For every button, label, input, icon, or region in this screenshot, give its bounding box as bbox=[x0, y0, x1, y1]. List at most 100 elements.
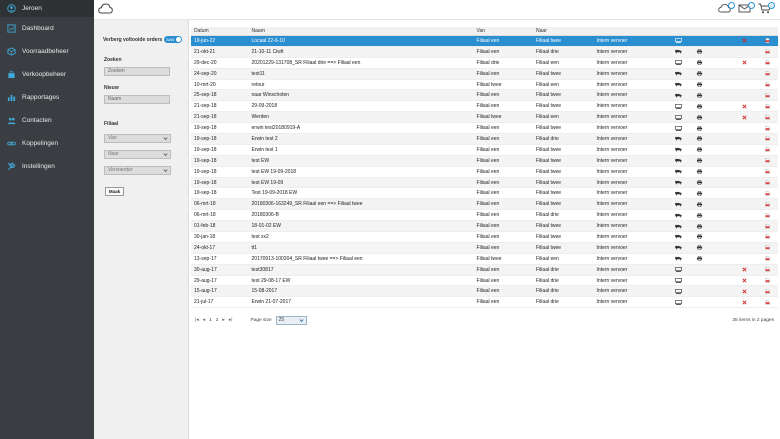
document-icon[interactable] bbox=[675, 288, 682, 294]
cart-button[interactable]: 0 bbox=[758, 2, 775, 14]
column-header-datum[interactable]: Datum bbox=[191, 27, 249, 35]
new-name-input[interactable]: Naam bbox=[104, 95, 170, 104]
sidebar-user[interactable]: Jeroen bbox=[0, 0, 94, 17]
printer-icon[interactable] bbox=[696, 234, 703, 240]
table-row[interactable]: 21-jul-17 Erwin 21-07-2017 Filiaal een Fili… bbox=[191, 297, 778, 309]
delete-icon[interactable] bbox=[741, 60, 748, 65]
pdf-icon[interactable] bbox=[764, 245, 771, 251]
document-icon[interactable] bbox=[675, 299, 682, 305]
van-select[interactable]: Van bbox=[104, 134, 171, 143]
printer-icon[interactable] bbox=[696, 103, 703, 109]
table-row[interactable]: 10-mrt-20 retour Filiaal twee Filiaal een In… bbox=[191, 80, 778, 91]
printer-icon[interactable] bbox=[696, 136, 703, 142]
printer-icon[interactable] bbox=[696, 180, 703, 185]
delete-icon[interactable] bbox=[741, 267, 748, 272]
pdf-icon[interactable] bbox=[764, 223, 771, 229]
printer-icon[interactable] bbox=[696, 158, 703, 164]
pdf-icon[interactable] bbox=[764, 147, 771, 153]
table-row[interactable]: 19-sep-18 test EW 19-09 Filiaal een Filiaal… bbox=[191, 177, 778, 189]
truck-icon[interactable] bbox=[675, 136, 682, 141]
delete-icon[interactable] bbox=[741, 38, 748, 43]
pdf-icon[interactable] bbox=[764, 201, 771, 207]
truck-icon[interactable] bbox=[675, 234, 682, 239]
pdf-icon[interactable] bbox=[764, 125, 771, 131]
sidebar-item-voorraadbeheer[interactable]: Voorraadbeheer bbox=[0, 40, 94, 63]
printer-icon[interactable] bbox=[696, 212, 703, 218]
cloud-notification-button[interactable] bbox=[718, 2, 735, 14]
printer-icon[interactable] bbox=[696, 190, 703, 196]
truck-icon[interactable] bbox=[675, 93, 682, 98]
pdf-icon[interactable] bbox=[764, 92, 771, 98]
table-row[interactable]: 21-sep-18 Werden Filiaal twee Filiaal een In… bbox=[191, 112, 778, 124]
pdf-icon[interactable] bbox=[764, 49, 771, 55]
truck-icon[interactable] bbox=[675, 245, 682, 250]
pdf-icon[interactable] bbox=[764, 289, 771, 294]
search-input[interactable]: Zoeken bbox=[104, 67, 170, 76]
printer-icon[interactable] bbox=[696, 82, 703, 87]
pdf-icon[interactable] bbox=[764, 136, 771, 142]
printer-icon[interactable] bbox=[696, 201, 703, 207]
table-row[interactable]: 24-okt-17 tt1 Filiaal een Filiaal twee Inter… bbox=[191, 242, 778, 254]
printer-icon[interactable] bbox=[696, 60, 703, 66]
pdf-icon[interactable] bbox=[764, 278, 771, 283]
vervoerder-select[interactable]: Vervoerder bbox=[104, 166, 171, 175]
table-row[interactable]: 24-sep-20 test11 Filiaal een Filiaal twee In… bbox=[191, 68, 778, 80]
column-header-naar[interactable]: Naar bbox=[533, 27, 593, 35]
truck-icon[interactable] bbox=[675, 147, 682, 152]
table-row[interactable]: 25-sep-18 naar Winschoten Filiaal een Filia… bbox=[191, 90, 778, 102]
pdf-icon[interactable] bbox=[764, 234, 771, 240]
pdf-icon[interactable] bbox=[764, 103, 771, 109]
pdf-icon[interactable] bbox=[764, 299, 771, 305]
table-row[interactable]: 01-feb-18 18-01-02 EW Filiaal een Filiaal t… bbox=[191, 221, 778, 233]
table-row[interactable]: 30-aug-17 test30817 Filiaal een Filiaal dri… bbox=[191, 264, 778, 276]
column-header-van[interactable]: Van bbox=[474, 27, 533, 35]
cloud-logo-icon[interactable] bbox=[98, 3, 113, 14]
document-icon[interactable] bbox=[675, 60, 682, 66]
pdf-icon[interactable] bbox=[764, 82, 771, 87]
pdf-icon[interactable] bbox=[764, 71, 771, 77]
truck-icon[interactable] bbox=[675, 191, 682, 196]
table-row[interactable]: 19-jun-22 Locaal 22-6-10 Filiaal een Filiaa… bbox=[191, 36, 778, 47]
table-row[interactable]: 15-aug-17 15-08-2017 Filiaal een Filiaal dr… bbox=[191, 286, 778, 298]
document-icon[interactable] bbox=[675, 103, 682, 109]
table-row[interactable]: 29-dec-20 20201229-131708_SR Filiaal drie… bbox=[191, 58, 778, 69]
last-page-button[interactable]: ▸| bbox=[229, 318, 233, 323]
sidebar-item-dashboard[interactable]: Dashboard bbox=[0, 17, 94, 40]
printer-icon[interactable] bbox=[696, 256, 703, 262]
pdf-icon[interactable] bbox=[764, 60, 771, 66]
first-page-button[interactable]: |◂ bbox=[195, 318, 199, 323]
printer-icon[interactable] bbox=[696, 169, 703, 174]
pdf-icon[interactable] bbox=[764, 256, 771, 262]
truck-icon[interactable] bbox=[675, 202, 682, 207]
document-icon[interactable] bbox=[675, 114, 682, 120]
sidebar-item-contacten[interactable]: Contacten bbox=[0, 109, 94, 132]
delete-icon[interactable] bbox=[741, 278, 748, 283]
table-row[interactable]: 21-okt-21 21-10-11 Ciwlt Filiaal een Filiaa… bbox=[191, 46, 778, 58]
delete-icon[interactable] bbox=[741, 289, 748, 294]
truck-icon[interactable] bbox=[675, 82, 682, 87]
truck-icon[interactable] bbox=[675, 224, 682, 229]
document-icon[interactable] bbox=[675, 278, 682, 283]
page-2-button[interactable]: 2 bbox=[216, 318, 219, 323]
naar-select[interactable]: Naar bbox=[104, 150, 171, 159]
document-icon[interactable] bbox=[675, 125, 682, 131]
table-row[interactable]: 29-aug-17 test 29-08-17 EW Filiaal een Fili… bbox=[191, 276, 778, 287]
table-row[interactable]: 21-sep-18 29-09-2018 Filiaal een Filiaal tw… bbox=[191, 101, 778, 113]
mail-button[interactable] bbox=[738, 2, 755, 14]
page-1-button[interactable]: 1 bbox=[209, 318, 212, 323]
delete-icon[interactable] bbox=[741, 300, 748, 305]
printer-icon[interactable] bbox=[696, 92, 703, 98]
prev-page-button[interactable]: ◂ bbox=[203, 318, 205, 323]
pdf-icon[interactable] bbox=[764, 169, 771, 175]
sidebar-item-verkoopbeheer[interactable]: Verkoopbeheer bbox=[0, 63, 94, 86]
truck-icon[interactable] bbox=[675, 180, 682, 185]
pdf-icon[interactable] bbox=[764, 190, 771, 196]
sidebar-item-rapportages[interactable]: Rapportages bbox=[0, 86, 94, 109]
truck-icon[interactable] bbox=[675, 256, 682, 261]
hide-completed-toggle[interactable]: AAN bbox=[164, 36, 183, 43]
printer-icon[interactable] bbox=[696, 114, 703, 120]
printer-icon[interactable] bbox=[696, 49, 703, 55]
table-row[interactable]: 19-sep-18 test EW 19-09-2018 Filiaal een Fi… bbox=[191, 167, 778, 178]
pdf-icon[interactable] bbox=[764, 158, 771, 164]
delete-icon[interactable] bbox=[741, 104, 748, 109]
